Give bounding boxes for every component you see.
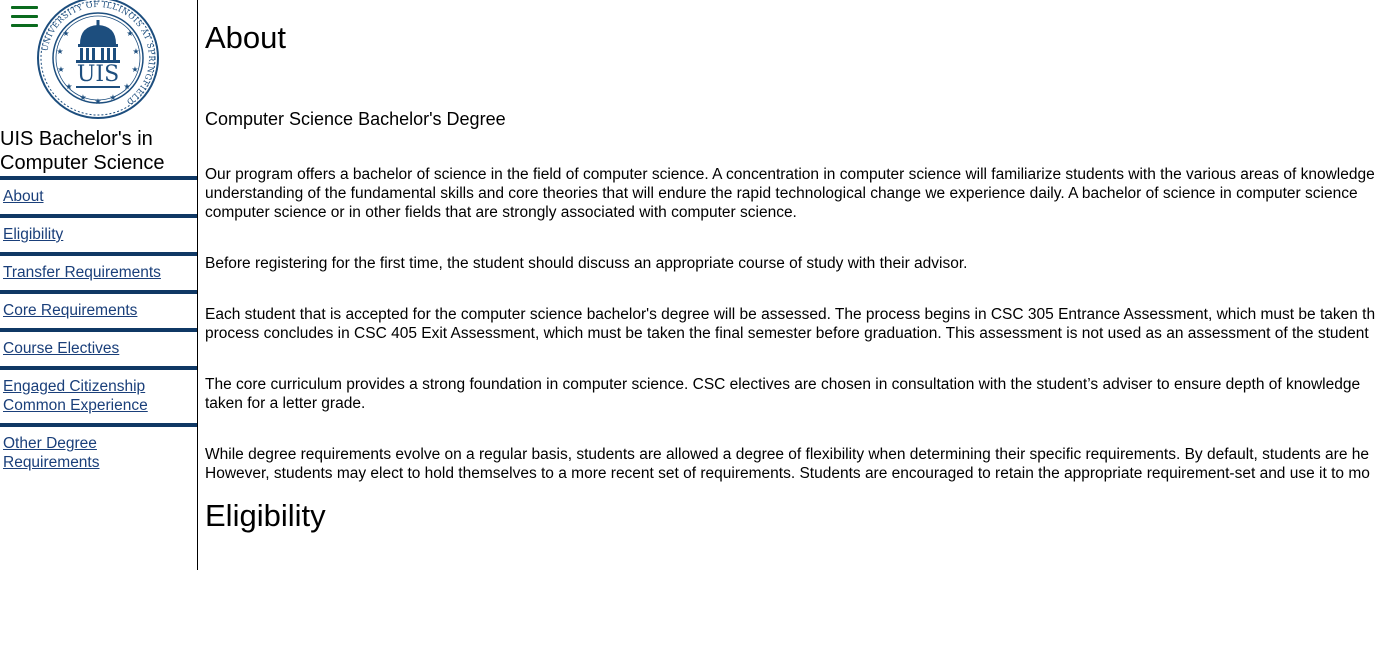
svg-text:★: ★ [65,82,72,91]
section-subheading: Computer Science Bachelor's Degree [205,109,506,129]
sidebar-item-transfer-requirements: Transfer Requirements [0,252,197,290]
svg-text:★: ★ [126,29,133,38]
paragraph-line: However, students may elect to hold them… [205,465,1370,482]
paragraph-line: process concludes in CSC 405 Exit Assess… [205,325,1369,342]
nav-link-eligibility[interactable]: Eligibility [3,226,63,243]
paragraph-assessment: Each student that is accepted for the co… [205,305,1375,343]
hamburger-menu-icon[interactable] [11,6,38,28]
sidebar: UNIVERSITY OF ILLINOIS AT SPRINGFIELD UI… [0,0,198,570]
paragraph-line: computer science or in other fields that… [205,204,797,221]
nav-link-course-electives[interactable]: Course Electives [3,340,119,357]
paragraph-requirements: While degree requirements evolve on a re… [205,445,1370,483]
site-title-line: Computer Science [0,152,165,174]
svg-text:★: ★ [94,97,101,106]
svg-text:★: ★ [56,47,63,56]
sidebar-item-other-degree-requirements: Other Degree Requirements [0,423,197,472]
paragraph-line: taken for a letter grade. [205,395,366,412]
sidebar-item-course-electives: Course Electives [0,328,197,366]
nav-link-other-degree-requirements[interactable]: Other Degree Requirements [3,435,100,471]
section-heading-eligibility: Eligibility [205,498,326,533]
svg-text:★: ★ [131,65,138,74]
paragraph-intro: Our program offers a bachelor of science… [205,165,1375,222]
nav-link-line: Other Degree [3,435,97,452]
svg-text:★: ★ [123,82,130,91]
svg-text:★: ★ [79,93,86,102]
site-title-line: UIS Bachelor's in [0,128,153,150]
paragraph-line: Our program offers a bachelor of science… [205,166,1375,183]
svg-text:★: ★ [62,29,69,38]
nav-link-line: Engaged Citizenship [3,378,146,395]
svg-text:★: ★ [109,93,116,102]
sidebar-item-about: About [0,176,197,214]
paragraph-line: Each student that is accepted for the co… [205,306,1376,323]
nav-link-transfer-requirements[interactable]: Transfer Requirements [3,264,161,281]
site-title: UIS Bachelor's in Computer Science [0,127,197,175]
paragraph-core-curriculum: The core curriculum provides a strong fo… [205,375,1360,413]
svg-text:★: ★ [132,47,139,56]
sidebar-item-eligibility: Eligibility [0,214,197,252]
paragraph-line: Before registering for the first time, t… [205,255,968,272]
svg-text:UIS: UIS [77,62,119,87]
main-content: About Computer Science Bachelor's Degree… [205,0,1400,650]
uis-seal-logo: UNIVERSITY OF ILLINOIS AT SPRINGFIELD UI… [37,0,159,119]
nav-link-line: Requirements [3,454,100,471]
nav-link-engaged-citizenship[interactable]: Engaged Citizenship Common Experience [3,378,148,414]
sidebar-item-engaged-citizenship: Engaged Citizenship Common Experience [0,366,197,423]
sidebar-item-core-requirements: Core Requirements [0,290,197,328]
svg-text:★: ★ [57,65,64,74]
nav-link-about[interactable]: About [3,188,44,205]
paragraph-line: The core curriculum provides a strong fo… [205,376,1361,393]
paragraph-advisor: Before registering for the first time, t… [205,254,967,273]
paragraph-line: While degree requirements evolve on a re… [205,446,1369,463]
section-heading-about: About [205,20,287,55]
sidebar-nav: About Eligibility Transfer Requirements … [0,176,197,472]
nav-link-core-requirements[interactable]: Core Requirements [3,302,137,319]
nav-link-line: Common Experience [3,397,148,414]
paragraph-line: understanding of the fundamental skills … [205,185,1358,202]
